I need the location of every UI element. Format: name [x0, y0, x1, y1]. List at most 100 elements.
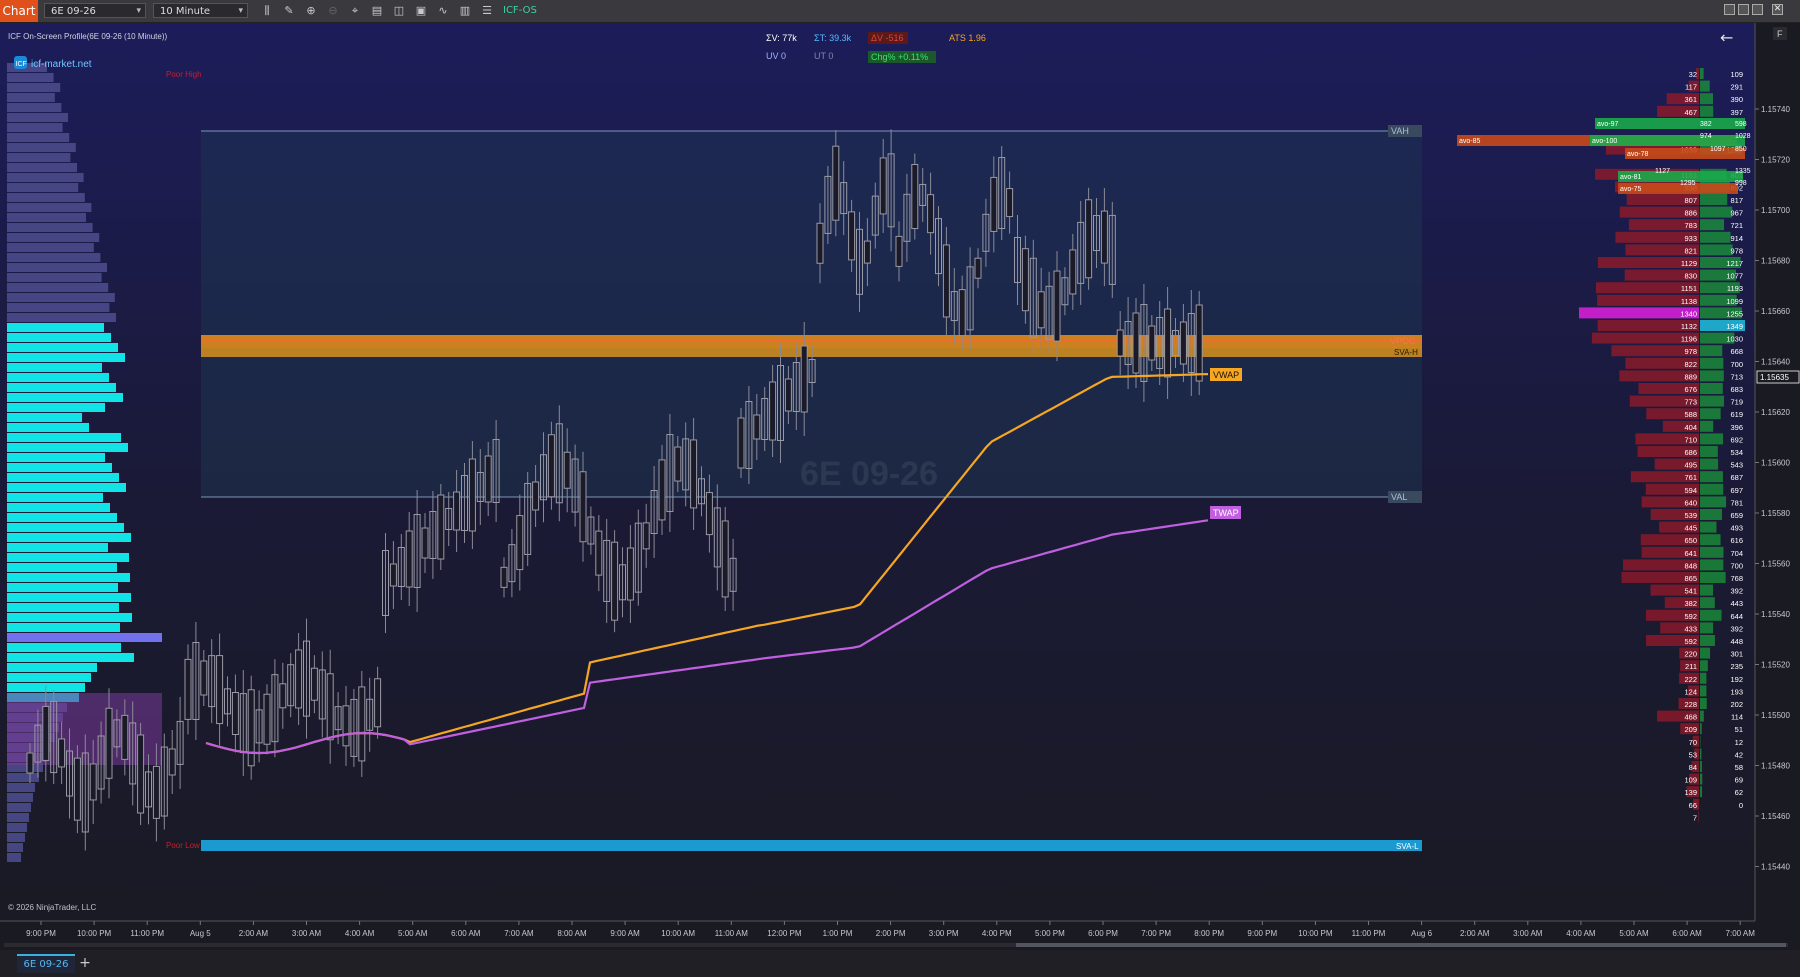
bars-type-icon[interactable]: ⫼ [260, 4, 274, 18]
avo-value: 1127 [1655, 168, 1670, 175]
maximize-icon[interactable] [1752, 4, 1763, 15]
ladder-ask-value: 109 [1730, 70, 1743, 79]
ladder-bid-value: 117 [1685, 83, 1697, 92]
avo-label: avo-75 [1620, 186, 1642, 193]
avo-label: avo-85 [1459, 138, 1481, 145]
poor-low-label: Poor Low [166, 841, 200, 850]
time-tick-label: 6:00 AM [451, 929, 481, 938]
vwap-tag: VWAP [1210, 368, 1242, 381]
profile-bar [7, 113, 68, 122]
svg-text:VAH: VAH [1391, 126, 1409, 136]
ladder-bid-value: 139 [1684, 788, 1697, 797]
ladder-ask-bar [1700, 433, 1724, 445]
candle-body [231, 692, 239, 736]
profile-bar [7, 573, 130, 582]
profile-bar [7, 293, 115, 302]
candle-body [563, 451, 571, 489]
close-icon[interactable]: ✕ [1772, 4, 1783, 15]
zoom-in-icon[interactable]: ⊕ [304, 4, 318, 18]
avo-value: 1295 [1680, 180, 1696, 187]
chart-trader-icon[interactable]: ◫ [392, 4, 406, 18]
profile-bar [7, 333, 111, 342]
ladder-ask-bar [1700, 635, 1715, 646]
price-tick-label: 1.15560 [1761, 560, 1790, 569]
candle-body [437, 494, 445, 560]
candle-body [769, 381, 777, 441]
ladder-bid-value: 889 [1684, 372, 1697, 381]
candle-body [184, 658, 192, 720]
arrow-left-icon[interactable]: ← [1720, 28, 1733, 47]
ladder-ask-bar [1700, 660, 1708, 672]
price-tick-label: 1.15620 [1761, 408, 1790, 417]
price-tick-label: 1.15600 [1761, 459, 1790, 468]
ladder-ask-value: 1030 [1726, 335, 1743, 344]
ladder-bid-value: 209 [1684, 725, 1697, 734]
profile-bar [7, 403, 105, 412]
ladder-ask-bar [1700, 647, 1711, 659]
scrollbar-thumb[interactable] [1016, 943, 1786, 947]
tile-icon[interactable] [1724, 4, 1735, 15]
candle-body [58, 738, 66, 768]
candle-body [200, 660, 208, 696]
indicator-button[interactable]: ICF-OS [503, 0, 537, 22]
zoom-out-icon[interactable]: ⊖ [326, 4, 340, 18]
data-box-icon[interactable]: ▤ [370, 4, 384, 18]
profile-bar [7, 373, 109, 382]
add-tab-icon[interactable]: + [78, 954, 92, 973]
avo-value: 974 [1700, 133, 1712, 140]
interval-selector[interactable]: 10 Minute ▾ [153, 3, 248, 18]
profile-bar [7, 313, 116, 322]
avo-value: 382 [1700, 121, 1712, 128]
crosshair-icon[interactable]: ⌖ [348, 4, 362, 18]
properties-icon[interactable]: ▥ [458, 4, 472, 18]
profile-bar [7, 243, 94, 252]
indicators-icon[interactable]: ∿ [436, 4, 450, 18]
list-icon[interactable]: ☰ [480, 4, 494, 18]
strategy-icon[interactable]: ▣ [414, 4, 428, 18]
svg-text:1.15635: 1.15635 [1760, 373, 1789, 382]
avo-label: avo-100 [1592, 138, 1617, 145]
ladder-bid-value: 70 [1689, 738, 1697, 747]
ladder-ask-value: 978 [1730, 246, 1743, 255]
avo-value: 598 [1735, 121, 1747, 128]
price-chart[interactable]: VAH VAL VPOC SVA-H SVA-L Poor High Poor … [0, 23, 1800, 950]
candle-body [26, 752, 34, 774]
candle-body [1053, 270, 1061, 342]
candle-body [990, 176, 998, 232]
profile-bar [7, 533, 131, 542]
brand-link[interactable]: ICF icf-market.net [14, 56, 92, 70]
profile-bar [7, 513, 117, 522]
stat-delta-volume: ΔV -516 [871, 33, 904, 43]
profile-bar [7, 323, 104, 332]
minimize-icon[interactable] [1738, 4, 1749, 15]
stat-ut: UT 0 [814, 51, 833, 61]
sva-h-tag: SVA-H [1394, 348, 1418, 357]
copyright-text: © 2026 NinjaTrader, LLC [8, 903, 97, 912]
chevron-down-icon: ▾ [238, 6, 243, 16]
ladder-bid-value: 539 [1684, 511, 1697, 520]
ladder-bid-value: 445 [1684, 524, 1697, 533]
chart-menu-button[interactable]: Chart [0, 0, 38, 22]
profile-bar [7, 853, 21, 862]
ladder-bid-value: 361 [1684, 95, 1697, 104]
avo-value: 998 [1735, 180, 1747, 187]
candle-body [73, 757, 81, 821]
ladder-ask-bar [1700, 773, 1703, 785]
profile-bar [7, 273, 102, 282]
profile-title: ICF On-Screen Profile(6E 09-26 (10 Minut… [8, 32, 168, 41]
draw-tool-icon[interactable]: ✎ [282, 4, 296, 18]
instrument-selector[interactable]: 6E 09-26 ▾ [44, 3, 146, 18]
ladder-ask-value: 683 [1730, 385, 1743, 394]
candle-body [800, 345, 808, 413]
profile-bar [7, 593, 131, 602]
tab-6e-09-26[interactable]: 6E 09-26 [17, 954, 75, 973]
ladder-bid-value: 830 [1684, 272, 1697, 281]
f-button-label: F [1777, 29, 1783, 39]
candle-body [532, 481, 540, 511]
candle-body [405, 530, 413, 588]
ladder-ask-bar [1700, 622, 1714, 634]
brand-text[interactable]: icf-market.net [31, 59, 92, 70]
time-tick-label: 3:00 AM [292, 929, 322, 938]
profile-bar [7, 773, 39, 782]
candle-body [911, 164, 919, 230]
